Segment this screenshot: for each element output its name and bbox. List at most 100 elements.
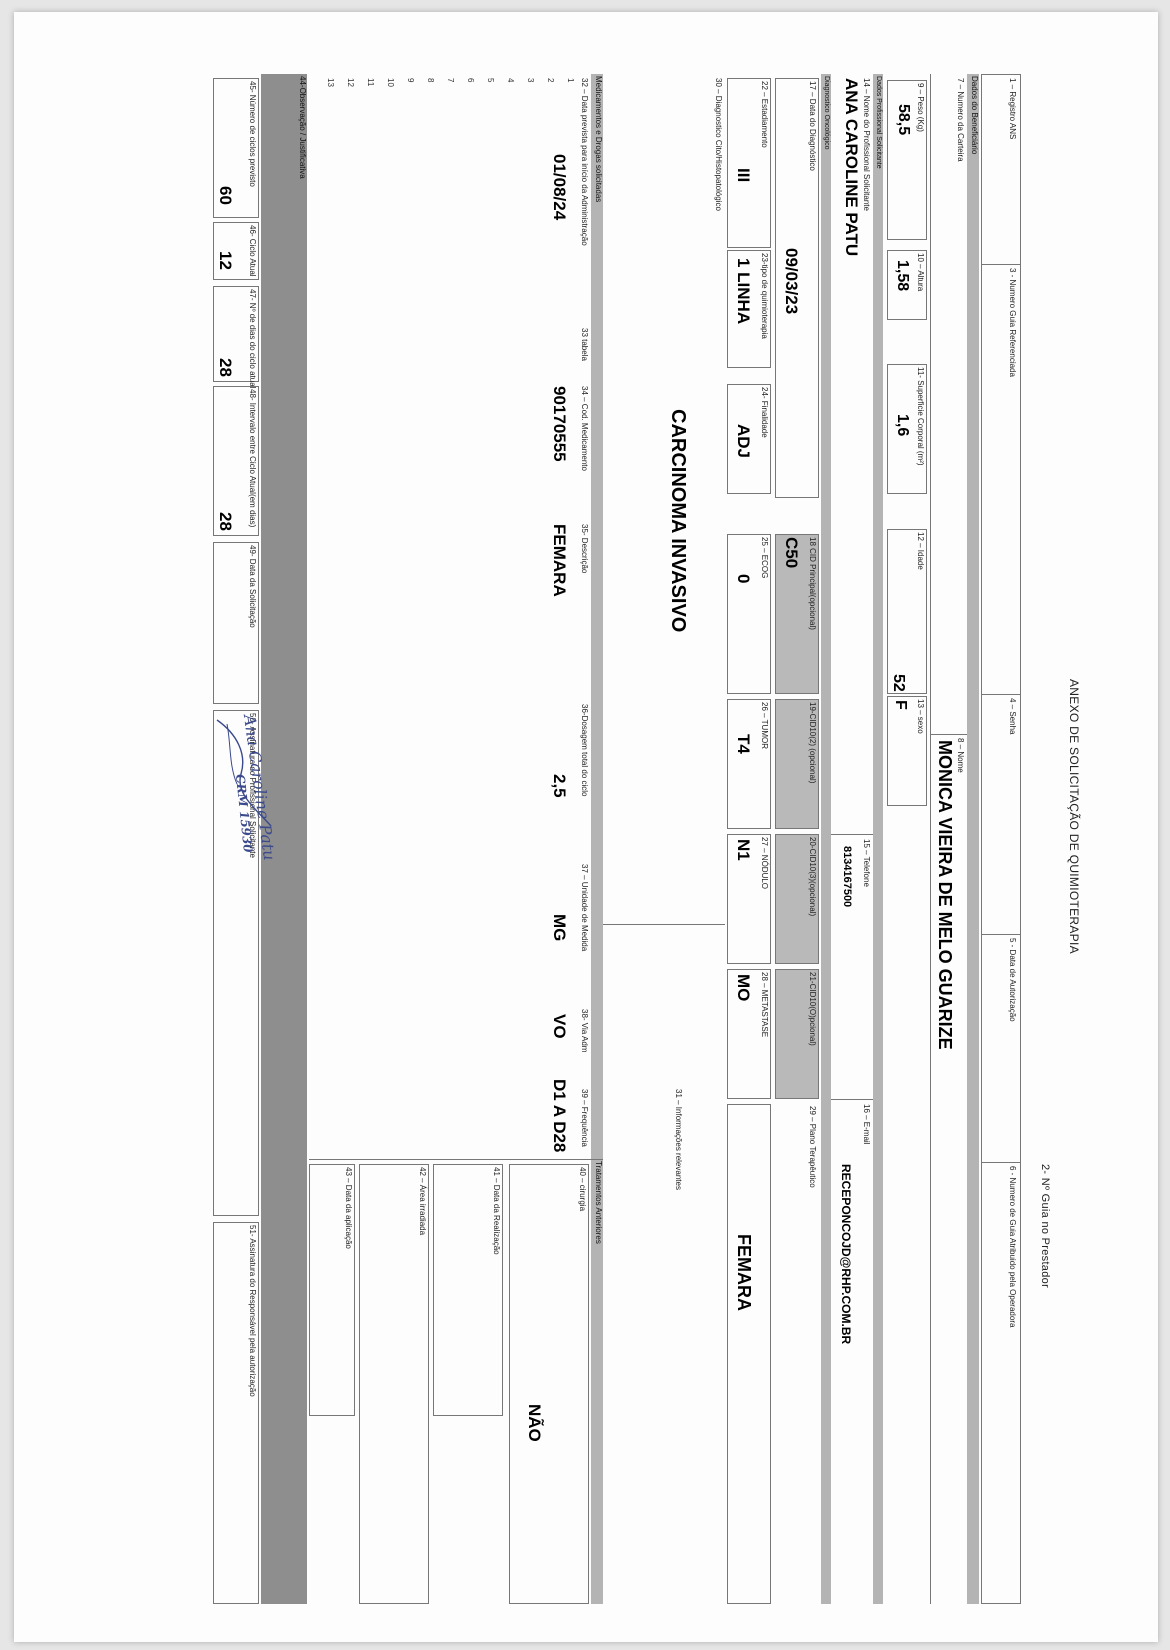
med-data-value: 01/08/24: [550, 154, 569, 221]
data-diagnostico-label: 17 – Data do Diagnóstico: [808, 81, 817, 171]
ecog-value: 0: [734, 574, 753, 584]
profissional-nome-label: 14 – Nome do Profissional Solicitante: [862, 78, 871, 211]
data-autorizacao-label: 5 - Data de Autorização: [1008, 938, 1017, 1022]
form-title: ANEXO DE SOLICITAÇÃO DE QUIMIOTERAPIA: [1067, 679, 1081, 954]
data-aplicacao-label: 43 – Data da aplicação: [344, 1167, 353, 1249]
superficie-label: 11- Superficie Corporal (m²): [916, 367, 925, 466]
row-number: 2: [546, 78, 555, 83]
email-label: 16 – E-mail: [862, 1104, 871, 1145]
registro-ans-label: 1 – Registro ANS: [1008, 78, 1017, 140]
med-header-descricao: 35- Descrição: [580, 524, 589, 574]
sexo-value: F: [892, 700, 909, 710]
guide-provider-label: 2- Nº Guia no Prestador: [1039, 1164, 1051, 1289]
intervalo-label: 48- Intervalo entre Ciclo Atual(em dias): [248, 389, 257, 528]
intervalo-value: 28: [216, 512, 235, 531]
data-realizacao-label: 41 – Data da Realização: [492, 1167, 501, 1255]
beneficiario-section-band: Dados do Beneficiário: [967, 74, 979, 1604]
altura-value: 1,58: [894, 260, 911, 292]
cid-principal-value: C50: [782, 537, 801, 569]
med-via-value: VO: [550, 1014, 569, 1039]
estadiamento-value: III: [734, 168, 753, 183]
tipo-quimio-value: 1 LINHA: [734, 258, 753, 325]
cid4-label: 21-CID10(O)pcional): [808, 972, 817, 1046]
tumor-label: 26 – TUMOR: [760, 702, 769, 749]
med-codigo-value: 90170555: [550, 386, 569, 462]
med-descricao-value: FEMARA: [550, 524, 569, 597]
email-value: RECEPONCOJD@RHP.COM.BR: [839, 1164, 853, 1345]
ciclo-atual-value: 12: [216, 251, 235, 270]
ciclo-atual-label: 46- Ciclo Atual: [248, 225, 257, 277]
row-number: 4: [506, 78, 515, 83]
telefone-label: 15 – Telefone: [862, 839, 871, 887]
idade-label: 12 – Idade: [916, 532, 925, 570]
finalidade-label: 24- Finalidade: [760, 387, 769, 438]
metastase-label: 28 – METASTASE: [760, 972, 769, 1038]
row-number: 5: [486, 78, 495, 83]
cid3-label: 20-CID10(3)(opcional): [808, 837, 817, 917]
profissional-nome-value: ANA CAROLINE PATU: [842, 78, 861, 257]
data-solicitacao-label: 49- Data da Solicitação: [248, 545, 257, 628]
diagnostico-section-band: Diagnostico Oncológico: [821, 74, 831, 1604]
tipo-quimio-label: 23-tipo de quimioterapia: [760, 253, 769, 339]
carteira-label: 7 – Numero da Carteira: [956, 78, 965, 162]
plano-terapeutico-field: [727, 1104, 771, 1604]
cirurgia-label: 40 – cirurgia: [578, 1167, 587, 1212]
sexo-label: 13 – sexo: [916, 699, 925, 734]
peso-label: 9 – Peso (Kg): [916, 83, 925, 132]
idade-value: 52: [890, 674, 907, 692]
document-page: ANEXO DE SOLICITAÇÃO DE QUIMIOTERAPIA 2-…: [14, 12, 1158, 1642]
plano-label: 29 – Plano Terapêutico: [808, 1106, 817, 1188]
tumor-value: T4: [734, 734, 753, 754]
row-number: 1: [566, 78, 575, 83]
med-header-dosagem: 36-Dosagem total do ciclo: [580, 704, 589, 797]
dias-ciclo-label: 47- Nº de dias do ciclo atual: [248, 289, 257, 389]
superficie-value: 1,6: [894, 414, 911, 437]
observacao-label: 44-Observação / Justificativa: [298, 76, 307, 179]
med-header-codigo: 34 – Cod. Medicamento: [580, 386, 589, 471]
cito-value: CARCINOMA INVASIVO: [667, 409, 689, 633]
row-number: 13: [326, 78, 335, 87]
telefone-value: 8134167500: [841, 846, 853, 908]
row-number: 3: [526, 78, 535, 83]
row-number: 7: [446, 78, 455, 83]
med-header-data: 32 – Data prevista para início da Admini…: [580, 78, 589, 246]
profissional-section-band: Dados Profissional Solicitante: [873, 74, 883, 1604]
estadiamento-label: 22 – Estadiamento: [760, 81, 769, 148]
med-header-unidade: 37 – Unidade de Medida: [580, 864, 589, 952]
cid-principal-label: 18 CID Principal(opcional): [808, 537, 817, 630]
med-unidade-value: MG: [550, 914, 569, 942]
area-irradiada-label: 42 – Área irradiada: [418, 1167, 427, 1236]
guia-operadora-label: 6 - Numero de Guia Atribuido pela Operad…: [1008, 1166, 1017, 1328]
nodulo-value: N1: [734, 839, 753, 861]
metastase-value: MO: [734, 974, 753, 1002]
row-number: 12: [346, 78, 355, 87]
chemotherapy-request-form: ANEXO DE SOLICITAÇÃO DE QUIMIOTERAPIA 2-…: [209, 74, 1089, 1604]
med-dosagem-value: 2,5: [550, 774, 569, 798]
cid2-label: 19-CID10(2) (opcional): [808, 702, 817, 784]
altura-label: 10 – Altura: [916, 253, 925, 292]
row-number: 10: [386, 78, 395, 87]
med-header-frequencia: 39 – Frequência: [580, 1089, 589, 1147]
tratamentos-section-band: Tratamentos Anteriores: [591, 1159, 603, 1604]
nome-beneficiario-value: MONICA VIEIRA DE MELO GUARIZE: [935, 740, 955, 1050]
cirurgia-field: [509, 1164, 589, 1604]
medicamentos-section-band: Medicamentos e Drogas solicitadas: [591, 74, 603, 1159]
ecog-label: 25 – ECOG: [760, 537, 769, 579]
numero-ciclos-value: 60: [216, 186, 235, 205]
data-diagnostico-value: 09/03/23: [782, 248, 801, 315]
dias-ciclo-value: 28: [216, 358, 235, 377]
row-number: 9: [406, 78, 415, 83]
assinatura-responsavel-label: 51- Assinatura do Responsável pela autor…: [248, 1225, 257, 1397]
nome-beneficiario-label: 8 – Nome: [956, 738, 965, 773]
cirurgia-value: NÃO: [525, 1404, 544, 1442]
finalidade-value: ADJ: [734, 424, 753, 459]
info-relevantes-label: 31 – Informações relevantes: [674, 1089, 683, 1190]
med-header-tabela: 33 tabela: [580, 328, 589, 361]
row-number: 8: [426, 78, 435, 83]
guia-referenciada-label: 3 - Numero Guia Referenciada: [1008, 268, 1017, 377]
plano-terapeutico-value: FEMARA: [734, 1234, 754, 1311]
peso-value: 58,5: [895, 104, 912, 136]
med-frequencia-value: D1 A D28: [550, 1079, 569, 1153]
row-number: 6: [466, 78, 475, 83]
nodulo-label: 27 – NÓDULO: [760, 837, 769, 890]
